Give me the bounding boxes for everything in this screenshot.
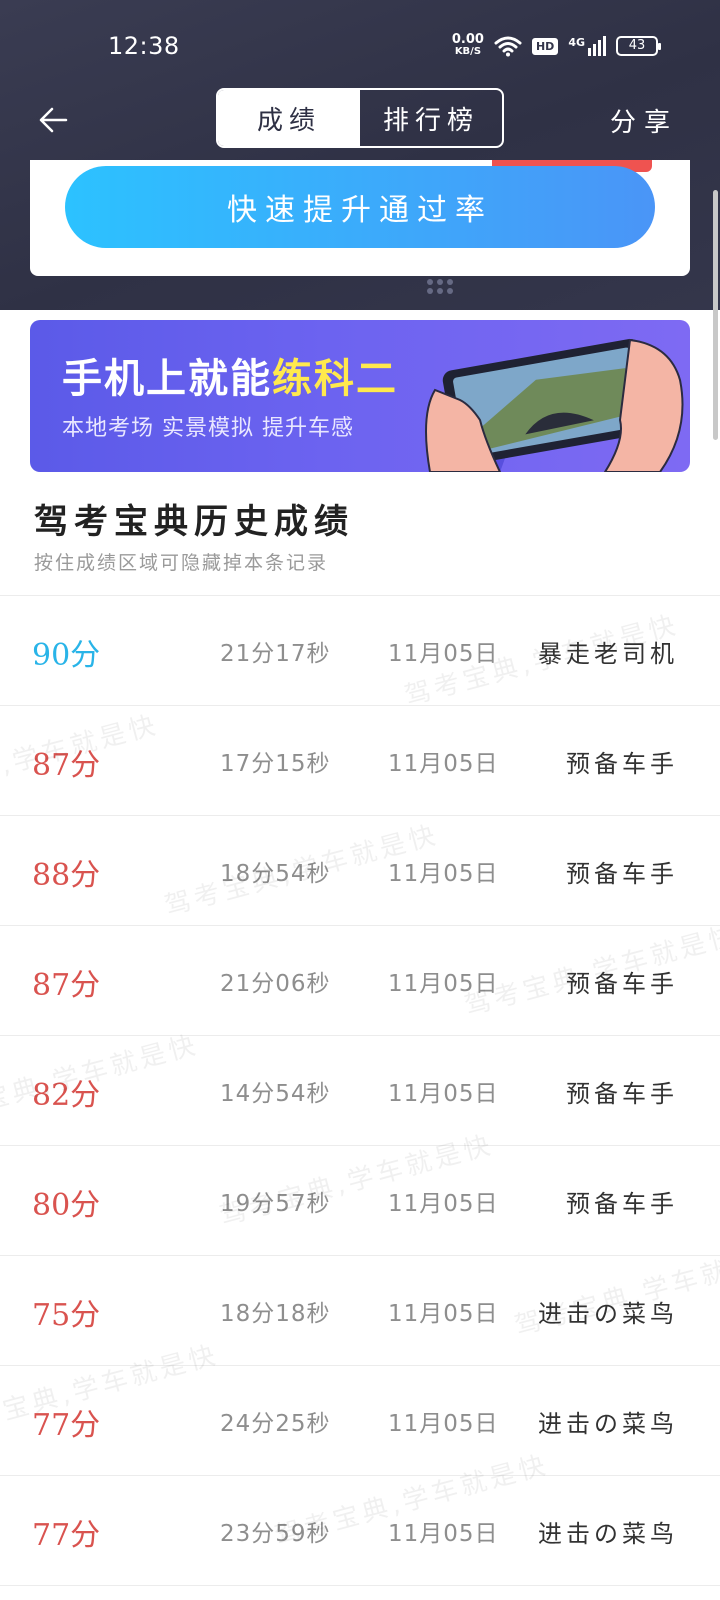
history-title: 驾考宝典历史成绩: [34, 502, 354, 542]
history-record-row[interactable]: 75分 18分18秒 11月05日 进击の菜鸟: [0, 1256, 720, 1366]
status-icons: 0.00 KB/S HD 4G 43: [451, 32, 661, 58]
battery-level: 43: [628, 38, 646, 53]
banner-subtitle: 本地考场 实景模拟 提升车感: [62, 416, 354, 441]
record-date: 11月05日: [388, 1301, 499, 1327]
record-date: 11月05日: [388, 641, 499, 667]
record-duration: 21分17秒: [220, 641, 331, 667]
record-score: 90分: [32, 638, 101, 673]
record-rank: 预备车手: [566, 1190, 678, 1218]
record-score: 80分: [32, 1188, 101, 1223]
back-arrow-icon: [39, 107, 68, 133]
record-score: 87分: [32, 748, 101, 783]
record-date: 11月05日: [388, 1521, 499, 1547]
record-rank: 预备车手: [566, 750, 678, 778]
history-list: 90分 21分17秒 11月05日 暴走老司机 87分 17分15秒 11月05…: [0, 596, 720, 1586]
signal-icon: 4G: [568, 36, 606, 56]
record-date: 11月05日: [388, 751, 499, 777]
record-score: 75分: [32, 1298, 101, 1333]
back-button[interactable]: [36, 102, 72, 138]
page-indicator-dots: [427, 279, 453, 294]
record-date: 11月05日: [388, 1191, 499, 1217]
record-score: 87分: [32, 968, 101, 1003]
history-record-row[interactable]: 88分 18分54秒 11月05日 预备车手: [0, 816, 720, 926]
record-rank: 暴走老司机: [538, 640, 678, 668]
record-rank: 预备车手: [566, 970, 678, 998]
boost-pass-rate-button[interactable]: 快速提升通过率: [65, 166, 655, 248]
record-score: 88分: [32, 858, 101, 893]
history-record-row[interactable]: 77分 24分25秒 11月05日 进击の菜鸟: [0, 1366, 720, 1476]
practice-banner-ad[interactable]: 手机上就能练科二 本地考场 实景模拟 提升车感: [30, 320, 690, 472]
record-duration: 24分25秒: [220, 1411, 331, 1437]
wifi-icon: [494, 36, 522, 57]
tab-switcher: 成绩 排行榜: [216, 88, 504, 148]
result-card: 快速提升通过率: [30, 160, 690, 276]
record-score: 82分: [32, 1078, 101, 1113]
network-speed-value: 0.00: [451, 32, 484, 47]
tab-ranking[interactable]: 排行榜: [360, 90, 502, 146]
record-duration: 14分54秒: [220, 1081, 331, 1107]
scrollbar[interactable]: [713, 190, 718, 440]
record-rank: 预备车手: [566, 1080, 678, 1108]
record-rank: 进击の菜鸟: [538, 1300, 678, 1328]
status-bar: 12:38 0.00 KB/S HD 4G 43: [0, 0, 720, 90]
history-record-row[interactable]: 87分 17分15秒 11月05日 预备车手: [0, 706, 720, 816]
banner-title-highlight: 练科二: [272, 356, 398, 402]
nav-bar: 成绩 排行榜 分享: [0, 88, 720, 150]
network-speed: 0.00 KB/S: [451, 32, 484, 58]
record-score: 77分: [32, 1518, 101, 1553]
history-record-row[interactable]: 90分 21分17秒 11月05日 暴走老司机: [0, 596, 720, 706]
history-hint: 按住成绩区域可隐藏掉本条记录: [34, 552, 329, 574]
record-duration: 17分15秒: [220, 751, 331, 777]
history-record-row[interactable]: 77分 23分59秒 11月05日 进击の菜鸟: [0, 1476, 720, 1586]
history-record-row[interactable]: 80分 19分57秒 11月05日 预备车手: [0, 1146, 720, 1256]
record-duration: 19分57秒: [220, 1191, 331, 1217]
battery-icon: 43: [616, 36, 661, 56]
history-record-row[interactable]: 82分 14分54秒 11月05日 预备车手: [0, 1036, 720, 1146]
record-duration: 21分06秒: [220, 971, 331, 997]
record-date: 11月05日: [388, 971, 499, 997]
banner-title: 手机上就能练科二: [62, 346, 398, 404]
record-date: 11月05日: [388, 1081, 499, 1107]
hd-badge: HD: [531, 37, 559, 55]
network-speed-unit: KB/S: [454, 46, 482, 57]
record-score: 77分: [32, 1408, 101, 1443]
tab-score[interactable]: 成绩: [218, 90, 360, 146]
record-duration: 18分18秒: [220, 1301, 331, 1327]
record-date: 11月05日: [388, 1411, 499, 1437]
network-type: 4G: [568, 36, 585, 49]
status-time: 12:38: [108, 32, 180, 60]
record-duration: 18分54秒: [220, 861, 331, 887]
record-date: 11月05日: [388, 861, 499, 887]
record-duration: 23分59秒: [220, 1521, 331, 1547]
record-rank: 预备车手: [566, 860, 678, 888]
history-record-row[interactable]: 87分 21分06秒 11月05日 预备车手: [0, 926, 720, 1036]
banner-title-prefix: 手机上就能: [62, 356, 272, 402]
phone-in-hands-illustration: [425, 338, 684, 472]
record-rank: 进击の菜鸟: [538, 1520, 678, 1548]
share-button[interactable]: 分享: [610, 102, 678, 139]
record-rank: 进击の菜鸟: [538, 1410, 678, 1438]
